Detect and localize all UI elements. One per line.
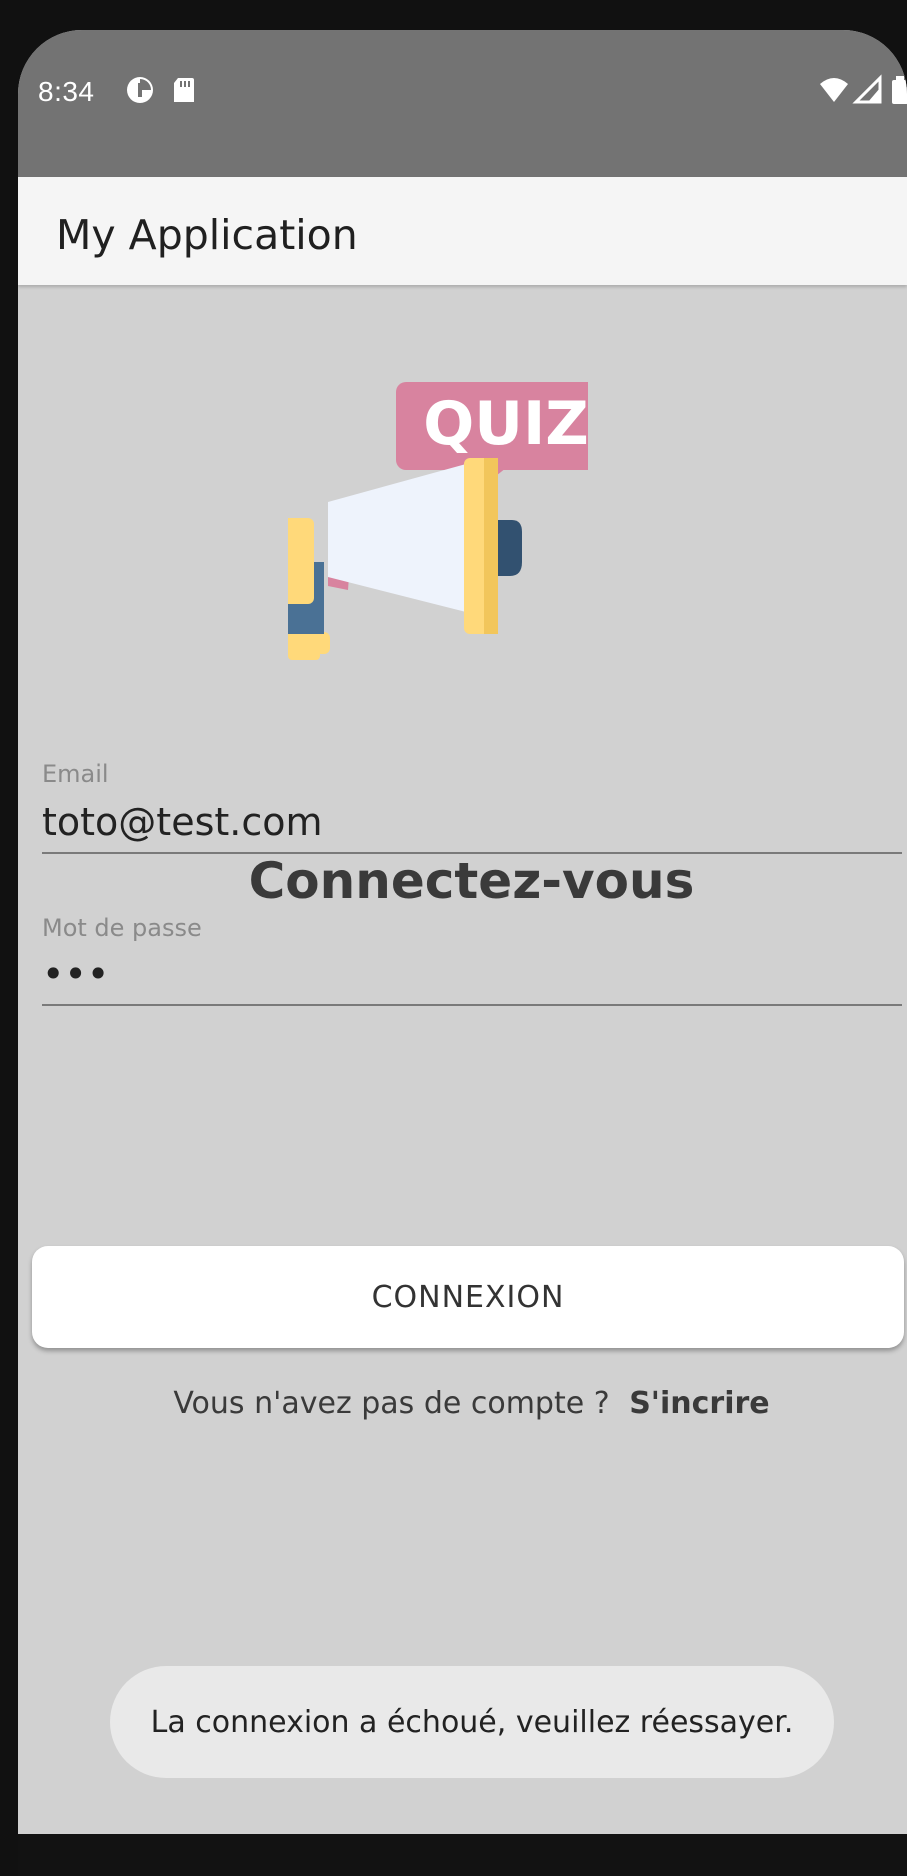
status-time: 8:34: [38, 76, 95, 107]
signup-link[interactable]: S'incrire: [629, 1386, 769, 1421]
connexion-button[interactable]: CONNEXION: [32, 1246, 904, 1348]
quiz-megaphone-logo: QUIZ: [288, 382, 588, 660]
navigation-bar: [18, 1834, 907, 1876]
megaphone-icon: [288, 458, 522, 660]
email-label: Email: [42, 760, 109, 788]
quiz-text: QUIZ: [423, 389, 588, 459]
password-label: Mot de passe: [42, 914, 202, 942]
toast-message: La connexion a échoué, veuillez réessaye…: [150, 1704, 794, 1740]
password-field[interactable]: [42, 944, 902, 1006]
signup-row: Vous n'avez pas de compte ? S'incrire: [18, 1386, 907, 1421]
data-saver-icon: [127, 77, 153, 103]
no-account-text: Vous n'avez pas de compte ?: [173, 1386, 610, 1421]
app-title: My Application: [56, 211, 358, 259]
signal-icon: [852, 74, 882, 104]
app-bar: My Application: [18, 177, 907, 285]
battery-icon: [892, 76, 907, 104]
login-heading: Connectez-vous: [248, 852, 695, 910]
wifi-icon: [820, 78, 848, 102]
error-toast: La connexion a échoué, veuillez réessaye…: [110, 1666, 834, 1778]
email-field[interactable]: [42, 792, 902, 854]
sd-card-icon: [174, 78, 194, 102]
status-bar: 8:34: [18, 30, 907, 177]
phone-screen: 8:34 My Application QUIZ Connectez-vous …: [18, 30, 907, 1876]
